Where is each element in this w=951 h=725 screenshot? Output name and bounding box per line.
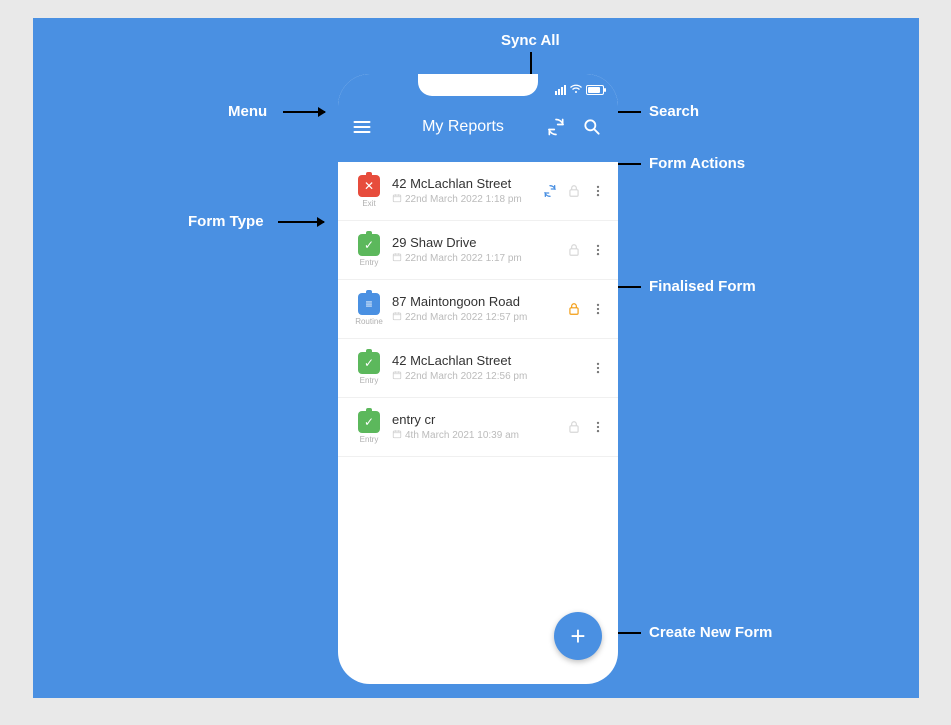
calendar-icon [392,311,402,324]
report-date: 22nd March 2022 12:57 pm [392,311,562,324]
report-date: 22nd March 2022 12:56 pm [392,370,586,383]
report-row[interactable]: ✓ Entry 42 McLachlan Street 22nd March 2… [338,339,618,398]
report-date-text: 22nd March 2022 1:17 pm [405,253,522,264]
lock-icon [566,183,582,199]
callout-search: Search [649,103,699,120]
calendar-icon [392,370,402,383]
row-actions [562,242,610,258]
report-date-text: 22nd March 2022 1:18 pm [405,194,522,205]
callout-finalised-form: Finalised Form [649,278,756,295]
form-type-icon: ✓ [358,352,380,374]
phone-frame: My Reports ✕ Exit [338,74,618,684]
lock-icon [566,242,582,258]
form-type-icon: ✓ [358,234,380,256]
battery-icon [586,85,604,95]
report-title: 42 McLachlan Street [392,353,586,368]
lock-icon [566,419,582,435]
callout-form-actions: Form Actions [649,155,745,172]
calendar-icon [392,429,402,442]
report-meta: entry cr 4th March 2021 10:39 am [392,412,562,442]
create-new-form-fab[interactable]: + [554,612,602,660]
status-bar-right [555,84,604,96]
callout-sync-all: Sync All [501,32,560,49]
report-title: entry cr [392,412,562,427]
callout-form-type: Form Type [188,213,264,230]
search-button[interactable] [576,111,608,143]
report-date: 22nd March 2022 1:18 pm [392,193,538,206]
form-type-icon: ✓ [358,411,380,433]
form-type-icon: ✕ [358,175,380,197]
report-meta: 29 Shaw Drive 22nd March 2022 1:17 pm [392,235,562,265]
report-title: 42 McLachlan Street [392,176,538,191]
report-date-text: 4th March 2021 10:39 am [405,430,519,441]
plus-icon: + [570,621,585,652]
page-title: My Reports [386,118,540,136]
form-type-label: Entry [360,258,379,267]
lock-icon [566,301,582,317]
form-type-label: Routine [355,317,383,326]
form-type-label: Entry [360,435,379,444]
callout-create-new-form: Create New Form [649,624,772,641]
form-type-label: Exit [362,199,375,208]
annotation-canvas: Sync All Menu Search Form Actions Form T… [33,18,919,698]
menu-button[interactable] [346,111,378,143]
form-type-indicator: ✓ Entry [346,234,392,267]
phone-screen: My Reports ✕ Exit [338,74,618,684]
report-date: 22nd March 2022 1:17 pm [392,252,562,265]
report-row[interactable]: ✓ Entry 29 Shaw Drive 22nd March 2022 1:… [338,221,618,280]
row-actions [586,360,610,376]
calendar-icon [392,252,402,265]
report-title: 87 Maintongoon Road [392,294,562,309]
more-actions-button[interactable] [590,183,606,199]
form-type-label: Entry [360,376,379,385]
report-date: 4th March 2021 10:39 am [392,429,562,442]
notch [418,74,538,96]
arrow-menu [283,111,325,113]
report-date-text: 22nd March 2022 12:57 pm [405,312,527,323]
report-row[interactable]: ≡ Routine 87 Maintongoon Road 22nd March… [338,280,618,339]
arrow-form-type [278,221,324,223]
toolbar: My Reports [338,102,618,152]
callout-menu: Menu [228,103,267,120]
report-row[interactable]: ✓ Entry entry cr 4th March 2021 10:39 am [338,398,618,457]
form-type-indicator: ✕ Exit [346,175,392,208]
sync-icon[interactable] [542,183,558,199]
report-meta: 42 McLachlan Street 22nd March 2022 12:5… [392,353,586,383]
wifi-icon [570,84,582,96]
row-actions [562,301,610,317]
report-title: 29 Shaw Drive [392,235,562,250]
form-type-indicator: ≡ Routine [346,293,392,326]
report-list[interactable]: ✕ Exit 42 McLachlan Street 22nd March 20… [338,162,618,457]
sync-all-button[interactable] [540,111,572,143]
more-actions-button[interactable] [590,360,606,376]
signal-icon [555,85,566,95]
form-type-icon: ≡ [358,293,380,315]
report-row[interactable]: ✕ Exit 42 McLachlan Street 22nd March 20… [338,162,618,221]
report-meta: 42 McLachlan Street 22nd March 2022 1:18… [392,176,538,206]
calendar-icon [392,193,402,206]
report-meta: 87 Maintongoon Road 22nd March 2022 12:5… [392,294,562,324]
report-date-text: 22nd March 2022 12:56 pm [405,371,527,382]
form-type-indicator: ✓ Entry [346,352,392,385]
more-actions-button[interactable] [590,301,606,317]
header-bar: My Reports [338,74,618,162]
row-actions [562,419,610,435]
more-actions-button[interactable] [590,242,606,258]
row-actions [538,183,610,199]
form-type-indicator: ✓ Entry [346,411,392,444]
more-actions-button[interactable] [590,419,606,435]
